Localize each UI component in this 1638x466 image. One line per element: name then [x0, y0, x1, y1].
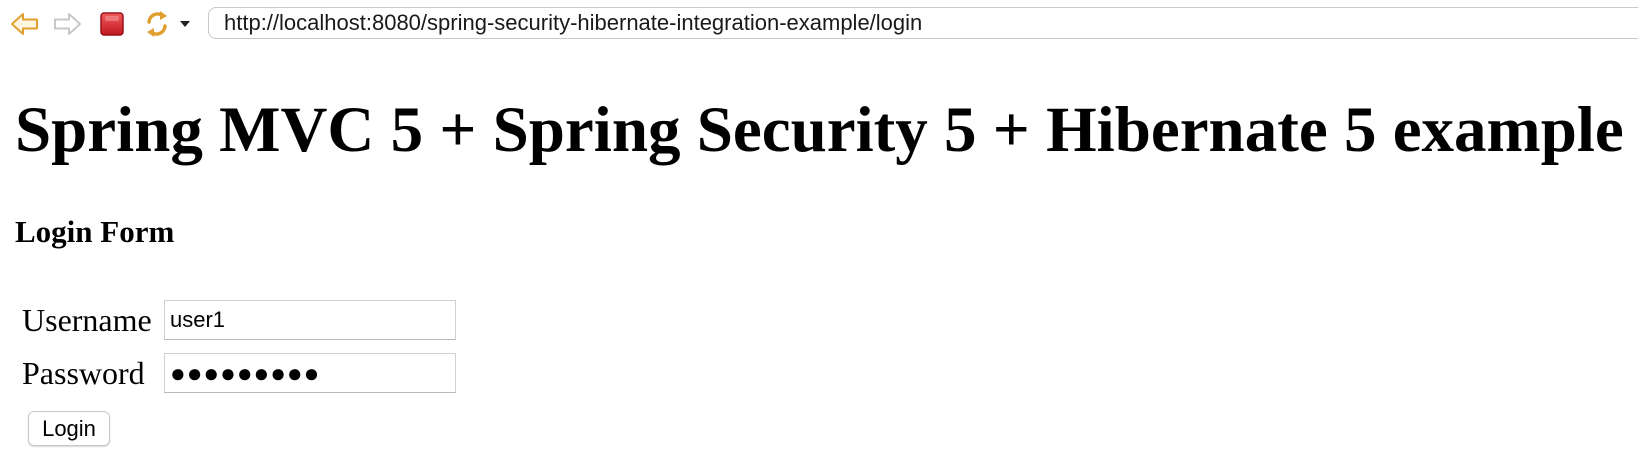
- stop-icon: [99, 11, 125, 37]
- username-row: Username: [22, 300, 456, 340]
- password-label: Password: [22, 354, 145, 391]
- page-content: Spring MVC 5 + Spring Security 5 + Hiber…: [0, 48, 1638, 466]
- username-label: Username: [22, 301, 152, 338]
- page-title: Spring MVC 5 + Spring Security 5 + Hiber…: [15, 94, 1624, 166]
- stop-button[interactable]: [95, 8, 129, 40]
- username-field[interactable]: [164, 300, 456, 340]
- reload-icon: [143, 9, 171, 39]
- url-bar[interactable]: http://localhost:8080/spring-security-hi…: [208, 7, 1638, 39]
- form-heading: Login Form: [15, 214, 175, 249]
- url-text: http://localhost:8080/spring-security-hi…: [224, 10, 923, 35]
- password-field[interactable]: [164, 353, 456, 393]
- reload-menu-button[interactable]: [170, 8, 200, 40]
- password-row: Password: [22, 353, 456, 393]
- browser-toolbar: http://localhost:8080/spring-security-hi…: [0, 0, 1638, 48]
- back-button[interactable]: [8, 8, 42, 40]
- chevron-down-icon: [179, 19, 191, 29]
- login-button[interactable]: Login: [28, 411, 110, 446]
- back-arrow-icon: [10, 11, 40, 37]
- forward-button[interactable]: [50, 8, 84, 40]
- reload-button[interactable]: [140, 8, 174, 40]
- forward-arrow-icon: [52, 11, 82, 37]
